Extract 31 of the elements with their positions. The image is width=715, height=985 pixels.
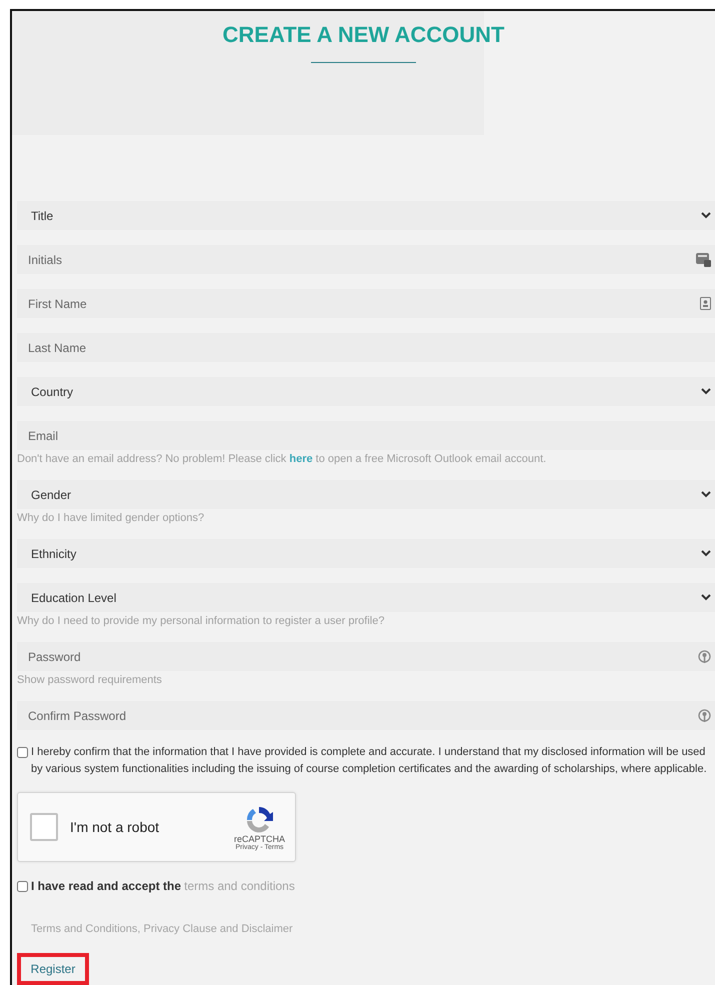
chevron-down-icon [701,550,711,557]
key-icon [698,650,711,664]
input-field[interactable]: Initials [17,245,715,274]
select-field[interactable]: Title [17,201,715,230]
input-field[interactable]: Confirm Password [17,701,715,730]
help-text: Don't have an email address? No problem! Please click here to open a free Microsoft Outlook email account. [17,453,546,465]
key-icon [698,708,711,722]
contact-card-icon [700,297,711,310]
chevron-down-icon [701,491,711,498]
input-field[interactable]: Password [17,642,715,671]
input-field[interactable]: Email [17,421,715,450]
chevron-down-icon [701,594,711,601]
confirm-text: I hereby confirm that the information that I have provided is complete and accurate. I understand that my disclosed information will be used by various system functionalities including the issuing of course completion certificates and the awarding of scholarships, where applicable. [31,745,708,777]
page-title: CREATE A NEW ACCOUNT [222,21,504,48]
select-field[interactable]: Gender [17,480,715,509]
register-button[interactable]: Register [17,953,89,985]
captcha-checkbox[interactable] [30,813,58,841]
input-field[interactable]: Last Name [17,333,715,362]
chevron-down-icon [701,212,711,219]
terms-checkbox[interactable] [17,881,28,892]
select-field[interactable]: Ethnicity [17,539,715,568]
captcha-label: I'm not a robot [70,819,160,835]
confirm-checkbox[interactable] [17,747,28,758]
select-field[interactable]: Education Level [17,583,715,612]
captcha-brand: reCAPTCHA [234,834,285,844]
select-field[interactable]: Country [17,377,715,406]
card-icon [696,252,711,267]
chevron-down-icon [701,388,711,395]
input-field[interactable]: First Name [17,289,715,318]
terms-text: I have read and accept the [31,878,182,895]
here-link[interactable]: here [289,453,313,465]
